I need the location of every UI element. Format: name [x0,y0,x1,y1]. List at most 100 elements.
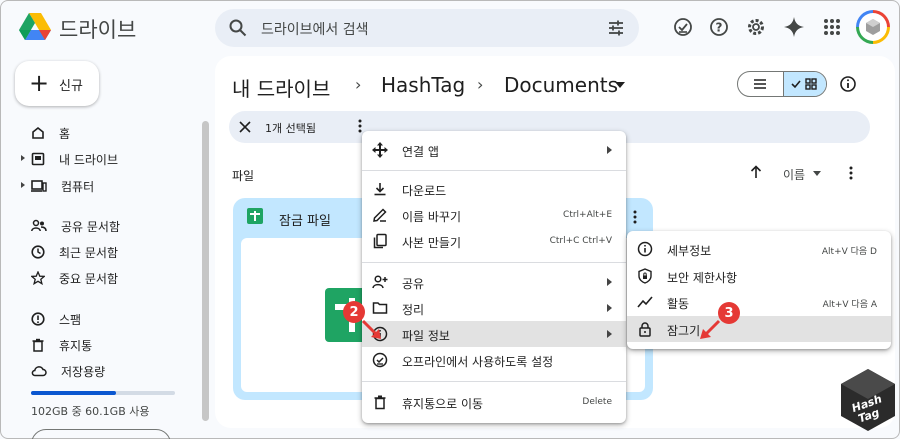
menu-item-label: 정리 [402,303,425,317]
menu-item-organize[interactable]: 정리 [362,295,626,321]
drive-logo[interactable] [19,13,51,41]
apps-grid-icon[interactable] [822,17,842,37]
submenu-item-security-limitations[interactable]: 보안 제한사항 [627,263,891,289]
star-icon [31,271,45,285]
breadcrumb-dropdown-icon[interactable] [615,82,625,88]
cloud-icon [31,364,47,378]
menu-item-label: 다운로드 [402,184,447,198]
search-input[interactable]: 드라이브에서 검색 [261,19,369,39]
new-button[interactable]: + 신규 [15,61,99,106]
sidebar-item-my-drive[interactable]: 내 드라이브 [21,147,119,171]
sidebar-item-home[interactable]: 홈 [31,121,70,145]
menu-item-download[interactable]: 다운로드 [362,176,626,202]
grid-view-button[interactable] [783,72,826,96]
plus-icon: + [29,69,50,97]
submenu-item-activity[interactable]: 활동 Alt+V 다음 A [627,289,891,315]
activity-trend-icon [637,294,653,310]
search-bar[interactable]: 드라이브에서 검색 [215,9,639,47]
menu-item-label: 보안 제한사항 [667,271,738,285]
menu-item-label: 이름 바꾸기 [402,210,462,224]
sidebar-item-computers[interactable]: 컴퓨터 [21,174,94,198]
menu-item-label: 활동 [667,297,690,311]
storage-progress-bar [31,391,175,395]
gemini-spark-icon[interactable] [784,17,804,37]
help-icon[interactable]: ? [709,17,729,37]
sidebar-item-shared[interactable]: 공유 문서함 [31,214,120,238]
file-info-submenu: 세부정보 Alt+V 다음 D 보안 제한사항 활동 Alt+V 다음 A 잠그… [627,231,891,349]
expand-caret-icon[interactable] [21,182,25,188]
sidebar-item-label: 저장용량 [61,364,106,379]
menu-item-label: 오프라인에서 사용하도록 설정 [402,355,554,369]
file-name: 잠금 파일 [279,214,331,229]
menu-item-shortcut: Alt+V 다음 A [822,300,877,310]
new-button-label: 신규 [59,79,83,94]
menu-item-shortcut: Ctrl+C Ctrl+V [549,236,612,246]
shield-lock-icon [637,268,653,284]
get-more-storage-button[interactable] [31,429,171,439]
menu-item-share[interactable]: 공유 [362,269,626,295]
spam-icon [31,312,45,326]
menu-item-label: 연결 앱 [402,145,439,159]
menu-item-rename[interactable]: 이름 바꾸기 Ctrl+Alt+E [362,202,626,228]
info-icon [637,241,653,257]
sidebar-item-spam[interactable]: 스팸 [31,307,81,331]
sidebar-item-label: 중요 문서함 [59,271,119,286]
breadcrumb-current[interactable]: Documents [504,73,618,97]
section-label-files: 파일 [232,169,255,183]
menu-item-label: 사본 만들기 [402,236,462,250]
submenu-item-details[interactable]: 세부정보 Alt+V 다음 D [627,236,891,262]
sidebar-item-trash[interactable]: 휴지통 [31,333,92,357]
hashtag-watermark-logo: Hash Tag [837,367,899,433]
menu-item-label: 휴지통으로 이동 [402,397,484,411]
submenu-item-lock[interactable]: 잠그기 [627,316,891,342]
submenu-arrow-icon [607,278,612,286]
sidebar-item-label: 공유 문서함 [61,219,121,234]
sidebar-item-storage[interactable]: 저장용량 [31,359,105,383]
sidebar-item-label: 내 드라이브 [59,152,119,167]
list-more-options-icon[interactable] [849,166,853,180]
offline-status-icon[interactable] [673,17,693,37]
menu-item-shortcut: Delete [582,397,612,407]
sidebar-item-starred[interactable]: 중요 문서함 [31,266,118,290]
app-title: 드라이브 [59,18,137,42]
submenu-arrow-icon [607,146,612,154]
menu-item-label: 세부정보 [667,244,712,258]
menu-item-make-offline[interactable]: 오프라인에서 사용하도록 설정 [362,347,626,373]
sidebar-item-recent[interactable]: 최근 문서함 [31,240,118,264]
sort-dropdown-icon[interactable] [813,171,821,176]
sidebar-scrollbar[interactable] [202,121,209,421]
menu-item-label: 파일 정보 [402,329,450,343]
search-options-icon[interactable] [607,19,625,37]
search-icon[interactable] [229,19,247,37]
sidebar-item-label: 휴지통 [59,338,93,353]
selection-count: 1개 선택됨 [265,122,316,135]
menu-divider [362,170,626,171]
computer-icon [31,179,47,193]
menu-item-make-copy[interactable]: 사본 만들기 Ctrl+C Ctrl+V [362,228,626,254]
menu-item-file-info[interactable]: 파일 정보 [362,321,626,347]
sort-direction-icon[interactable] [750,165,762,179]
sidebar-item-label: 홈 [59,126,71,141]
clear-selection-icon[interactable] [239,121,251,133]
download-icon [372,181,388,197]
menu-item-shortcut: Ctrl+Alt+E [563,210,612,220]
more-actions-icon[interactable] [358,119,362,133]
sort-button[interactable]: 이름 [783,166,805,183]
step-3-badge: 3 [718,302,740,324]
list-view-button[interactable] [738,72,783,96]
settings-icon[interactable] [746,17,766,37]
avatar[interactable] [856,10,890,44]
clock-icon [31,245,45,259]
expand-caret-icon[interactable] [21,155,25,161]
offline-check-icon [372,352,388,368]
menu-item-open-with[interactable]: 연결 앱 [362,137,626,163]
sheets-file-icon [247,208,263,224]
menu-item-shortcut: Alt+V 다음 D [821,247,877,257]
svg-text:?: ? [716,21,723,35]
breadcrumb-hashtag[interactable]: HashTag [381,73,465,97]
sidebar-item-label: 스팸 [59,312,82,327]
file-more-icon[interactable] [633,210,637,224]
info-icon[interactable] [839,75,857,93]
menu-item-move-to-trash[interactable]: 휴지통으로 이동 Delete [362,389,626,415]
breadcrumb-root[interactable]: 내 드라이브 [232,73,330,102]
